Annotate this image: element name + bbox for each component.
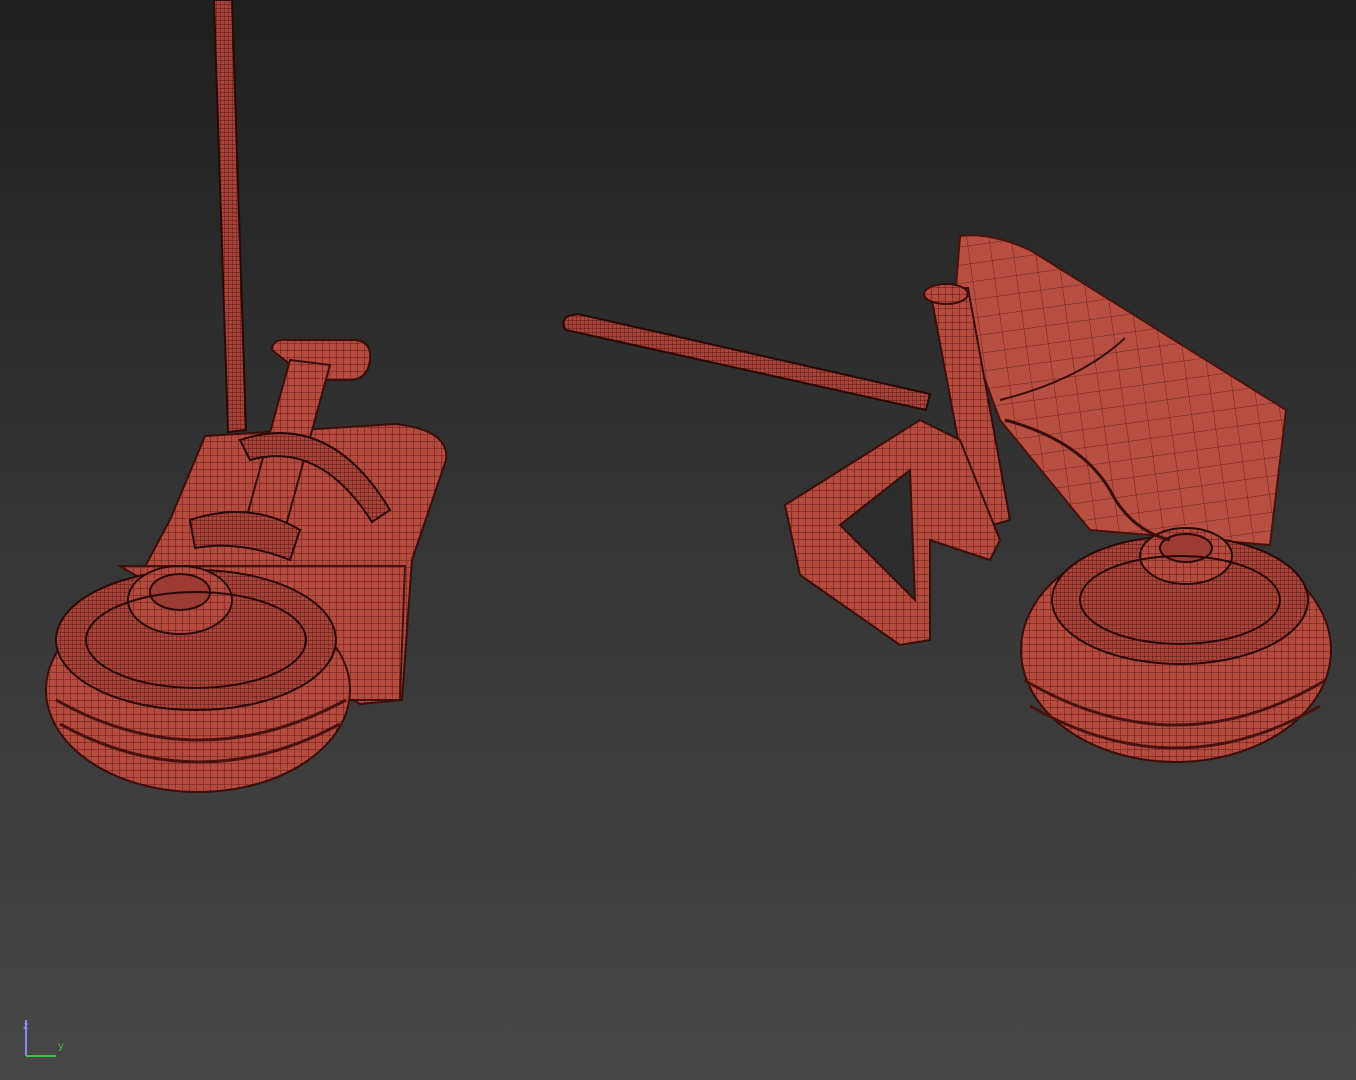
axis-y-label: y <box>58 1041 64 1052</box>
3d-viewport[interactable]: z y <box>0 0 1356 1080</box>
viewport-scene <box>45 0 1332 793</box>
axis-gizmo: z y <box>20 1016 70 1060</box>
left-vertical-strut <box>212 0 248 434</box>
right-drag-brace <box>562 312 932 412</box>
right-landing-gear-model[interactable] <box>562 234 1332 763</box>
axis-z-label: z <box>23 1021 29 1032</box>
left-landing-gear-model[interactable] <box>45 0 448 793</box>
